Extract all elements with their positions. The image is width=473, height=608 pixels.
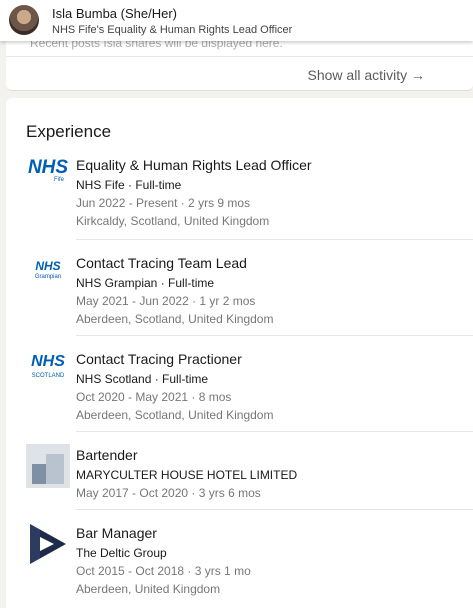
avatar[interactable] [9, 5, 39, 35]
role-title[interactable]: Equality & Human Rights Lead Officer [76, 157, 312, 173]
company-name: NHS Fife · Full-time [76, 178, 182, 192]
job-location: Aberdeen, Scotland, United Kingdom [76, 312, 274, 326]
divider [76, 509, 473, 510]
role-title[interactable]: Bar Manager [76, 525, 157, 541]
nhs-logo-text: NHS [27, 157, 69, 178]
role-title[interactable]: Bartender [76, 447, 137, 463]
placeholder-block-light [46, 454, 64, 484]
employment-dates: May 2017 - Oct 2020 · 3 yrs 6 mos [76, 486, 261, 500]
deltic-group-logo[interactable] [26, 522, 70, 566]
role-title[interactable]: Contact Tracing Team Lead [76, 255, 247, 271]
company-name: The Deltic Group [76, 546, 167, 560]
sticky-profile-header: Isla Bumba (She/Her) NHS Fife's Equality… [0, 0, 473, 41]
company-name: NHS Grampian · Full-time [76, 276, 215, 290]
divider [76, 335, 473, 336]
employment-dates: Jun 2022 - Present · 2 yrs 9 mos [76, 196, 251, 210]
nhs-scotland-logo[interactable]: NHS SCOTLAND [26, 348, 70, 392]
company-placeholder-logo[interactable] [26, 444, 70, 488]
section-title: Experience [26, 122, 112, 141]
role-title[interactable]: Contact Tracing Practioner [76, 351, 242, 367]
deltic-mark-icon [30, 524, 66, 564]
profile-name: Isla Bumba (She/Her) [52, 6, 177, 21]
nhs-logo-subtext: SCOTLAND [31, 373, 65, 379]
employment-dates: Oct 2020 - May 2021 · 8 mos [76, 390, 232, 404]
nhs-logo-text: NHS [31, 353, 65, 370]
divider [76, 239, 473, 240]
nhs-fife-logo[interactable]: NHS Fife [26, 154, 70, 198]
job-location: Kirkcaldy, Scotland, United Kingdom [76, 214, 270, 228]
employment-dates: May 2021 - Jun 2022 · 1 yr 2 mos [76, 294, 256, 308]
company-name: MARYCULTER HOUSE HOTEL LIMITED [76, 468, 298, 482]
employment-dates: Oct 2015 - Oct 2018 · 3 yrs 1 mo [76, 564, 251, 578]
nhs-logo-text: NHS [35, 259, 61, 273]
show-all-activity-link[interactable]: Show all activity → [308, 67, 425, 83]
job-location: Aberdeen, United Kingdom [76, 582, 221, 596]
nhs-grampian-logo[interactable]: NHS Grampian [26, 252, 70, 296]
divider [76, 431, 473, 432]
nhs-logo-subtext: Grampian [34, 274, 62, 280]
job-location: Aberdeen, Scotland, United Kingdom [76, 408, 274, 422]
experience-card: Experience NHS Fife Equality & Human Rig… [6, 98, 473, 608]
profile-headline: NHS Fife's Equality & Human Rights Lead … [52, 24, 293, 36]
divider [6, 56, 473, 57]
company-name: NHS Scotland · Full-time [76, 372, 209, 386]
